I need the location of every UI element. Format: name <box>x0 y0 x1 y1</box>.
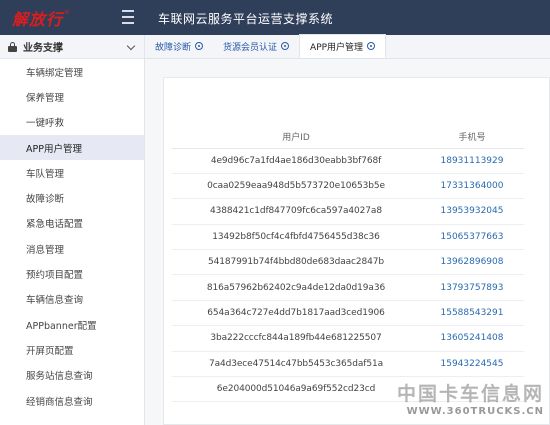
phone-cell[interactable]: 13962896908 <box>420 249 524 276</box>
table-header-row: 用户ID 手机号 <box>172 126 524 149</box>
table-row[interactable]: 13492b8f50cf4c4fbfd4756455d38c36 15065377… <box>172 224 524 251</box>
tab-app-user-management[interactable]: APP用户管理 <box>299 34 387 58</box>
table-row[interactable]: 0caa0259eaa948d5b573720e10653b5e 17331364… <box>172 173 524 200</box>
logo-text: 解放行 <box>12 9 64 29</box>
tab-close-icon[interactable] <box>367 42 376 50</box>
user-id-cell: 3ba222cccfc844a189fb44e681225507 <box>172 325 420 352</box>
sidebar-item-fault-diagnosis[interactable]: 故障诊断 <box>0 185 144 210</box>
sidebar-item-splash-page-config[interactable]: 开屏页配置 <box>0 337 144 362</box>
tab-label: APP用户管理 <box>310 42 364 53</box>
phone-cell[interactable] <box>420 376 524 403</box>
sidebar-item-dealer-info-query[interactable]: 经销商信息查询 <box>0 388 144 413</box>
column-header-user-id[interactable]: 用户ID <box>172 126 420 149</box>
phone-cell[interactable]: 15943224545 <box>420 351 524 378</box>
phone-cell[interactable]: 17331364000 <box>420 173 524 200</box>
tab-fault-diagnosis[interactable]: 故障诊断 <box>145 34 213 58</box>
phone-cell[interactable]: 13605241408 <box>420 325 524 352</box>
column-header-phone[interactable]: 手机号 <box>420 126 524 149</box>
table-row[interactable]: 654a364c727e4dd7b1817aad3ced1906 15588543… <box>172 300 524 327</box>
sidebar-item-emergency-call[interactable]: 一键呼救 <box>0 110 144 135</box>
registered-icon: ® <box>64 9 71 16</box>
hamburger-menu-icon[interactable] <box>122 10 134 24</box>
tab-close-icon[interactable] <box>195 42 204 50</box>
phone-cell[interactable]: 13793757893 <box>420 274 524 301</box>
top-bar: 解放行 ® 车联网云服务平台运营支撑系统 <box>0 0 550 35</box>
user-id-cell: 816a57962b62402c9a4de12da0d19a36 <box>172 274 420 301</box>
table-row[interactable]: 7a4d3ece47514c47bb5453c365daf51a 15943224… <box>172 351 524 378</box>
tab-label: 故障诊断 <box>155 42 192 53</box>
sidebar-item-emergency-phone-config[interactable]: 紧急电话配置 <box>0 211 144 236</box>
sidebar-item-message-management[interactable]: 消息管理 <box>0 236 144 261</box>
user-id-cell: 4388421c1df847709fc6ca597a4027a8 <box>172 198 420 225</box>
sidebar-item-appointment-config[interactable]: 预约项目配置 <box>0 261 144 286</box>
user-id-cell: 4e9d96c7a1fd4ae186d30eabb3bf768f <box>172 148 420 174</box>
table-row[interactable]: 3ba222cccfc844a189fb44e681225507 13605241… <box>172 325 524 352</box>
sidebar-item-vehicle-info-query[interactable]: 车辆信息查询 <box>0 287 144 312</box>
user-table: 用户ID 手机号 4e9d96c7a1fd4ae186d30eabb3bf768… <box>172 126 524 403</box>
sidebar-item-maintenance[interactable]: 保养管理 <box>0 84 144 109</box>
app-title: 车联网云服务平台运营支撑系统 <box>158 12 334 26</box>
sidebar-list: 车辆绑定管理 保养管理 一键呼救 APP用户管理 车队管理 故障诊断 紧急电话配… <box>0 59 144 413</box>
user-id-cell: 6e204000d51046a9a69f552cd23cd <box>172 376 420 403</box>
sidebar-item-vehicle-binding[interactable]: 车辆绑定管理 <box>0 59 144 84</box>
sidebar-item-fleet-management[interactable]: 车队管理 <box>0 160 144 185</box>
phone-cell[interactable]: 15588543291 <box>420 300 524 327</box>
table-row[interactable]: 54187991b74f4bbd80de683daac2847b 13962896… <box>172 249 524 276</box>
user-id-cell: 54187991b74f4bbd80de683daac2847b <box>172 249 420 276</box>
main-content: 用户ID 手机号 4e9d96c7a1fd4ae186d30eabb3bf768… <box>145 59 550 425</box>
lock-icon <box>8 42 17 52</box>
table-row[interactable]: 6e204000d51046a9a69f552cd23cd <box>172 376 524 403</box>
sidebar-group-business-support[interactable]: 业务支撑 <box>0 35 144 59</box>
sidebar-item-app-user-management[interactable]: APP用户管理 <box>0 134 144 161</box>
phone-cell[interactable]: 13953932045 <box>420 198 524 225</box>
tab-close-icon[interactable] <box>281 42 290 50</box>
user-id-cell: 7a4d3ece47514c47bb5453c365daf51a <box>172 351 420 378</box>
user-id-cell: 13492b8f50cf4c4fbfd4756455d38c36 <box>172 224 420 251</box>
table-row[interactable]: 4388421c1df847709fc6ca597a4027a8 13953932… <box>172 198 524 225</box>
table-row[interactable]: 4e9d96c7a1fd4ae186d30eabb3bf768f 18931113… <box>172 148 524 174</box>
chevron-down-icon <box>126 41 136 51</box>
phone-cell[interactable]: 15065377663 <box>420 224 524 251</box>
user-id-cell: 0caa0259eaa948d5b573720e10653b5e <box>172 173 420 200</box>
tab-bar: 故障诊断 货源会员认证 APP用户管理 <box>145 34 550 59</box>
logo: 解放行 ® <box>0 0 118 35</box>
phone-cell[interactable]: 18931113929 <box>420 148 524 174</box>
sidebar-group-label: 业务支撑 <box>23 43 63 54</box>
user-table-panel: 用户ID 手机号 4e9d96c7a1fd4ae186d30eabb3bf768… <box>163 77 550 425</box>
table-row[interactable]: 816a57962b62402c9a4de12da0d19a36 13793757… <box>172 274 524 301</box>
sidebar-item-service-station-query[interactable]: 服务站信息查询 <box>0 363 144 388</box>
tab-label: 货源会员认证 <box>223 42 278 53</box>
sidebar: 业务支撑 车辆绑定管理 保养管理 一键呼救 APP用户管理 车队管理 故障诊断 … <box>0 35 145 425</box>
sidebar-item-app-banner-config[interactable]: APPbanner配置 <box>0 312 144 337</box>
tab-cargo-member-certification[interactable]: 货源会员认证 <box>213 34 299 58</box>
user-id-cell: 654a364c727e4dd7b1817aad3ced1906 <box>172 300 420 327</box>
